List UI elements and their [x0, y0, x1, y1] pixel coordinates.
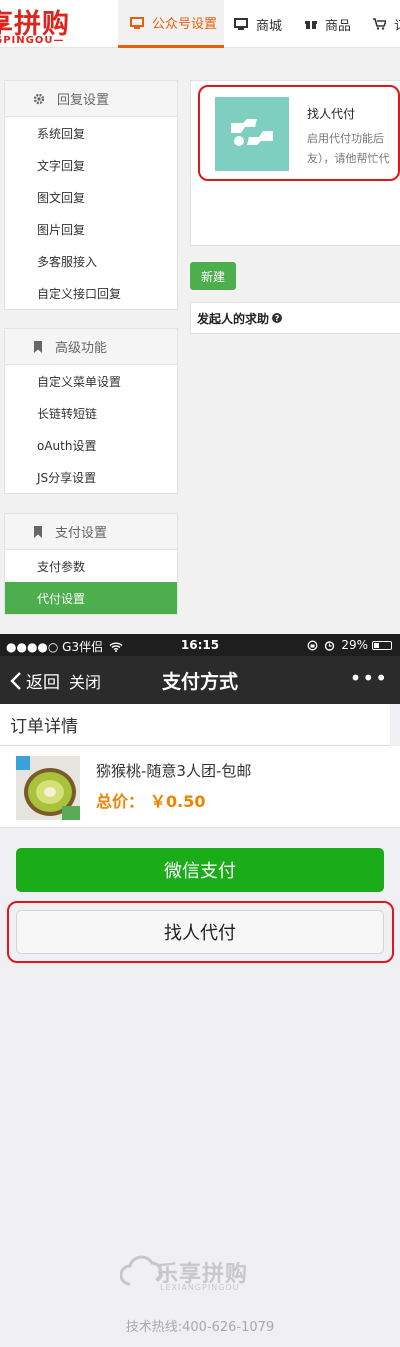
admin-panel: 享拼购 GPINGOU— 公众号设置 商城 商品 订 回复设置 系统回复 文字回…	[0, 0, 400, 634]
alarm-icon	[325, 640, 335, 651]
sidebar-item-custom-menu[interactable]: 自定义菜单设置	[5, 365, 177, 397]
nav-tab-label: 商城	[256, 18, 283, 34]
product-row[interactable]: 猕猴桃-随意3人团-包邮 总价： ￥0.50	[0, 746, 400, 828]
battery-percent: 29%	[341, 638, 368, 652]
sidebar-item-payment-params[interactable]: 支付参数	[5, 550, 177, 582]
product-name: 猕猴桃-随意3人团-包邮	[96, 762, 252, 780]
gear-icon	[33, 93, 45, 104]
nav-tab-goods[interactable]: 商品	[305, 0, 351, 48]
sidebar-item-proxy-pay[interactable]: 代付设置	[5, 582, 177, 614]
sidebar-item-text-reply[interactable]: 文字回复	[5, 149, 177, 181]
sidebar-item-multi-service[interactable]: 多客服接入	[5, 245, 177, 277]
nav-tab-wechat-settings[interactable]: 公众号设置	[118, 0, 224, 48]
support-hotline: 技术热线:400-626-1079	[125, 1320, 275, 1335]
monitor-icon	[130, 16, 144, 29]
wechat-navbar: 返回 关闭 支付方式 •••	[0, 656, 400, 704]
highlight-box	[198, 85, 400, 181]
nav-tab-label: 公众号设置	[152, 17, 218, 32]
sidebar-section-title: 支付设置	[55, 526, 108, 541]
sidebar-advanced: 高级功能 自定义菜单设置 长链转短链 oAuth设置 JS分享设置	[4, 328, 178, 494]
wechat-pay-button[interactable]: 微信支付	[16, 848, 384, 892]
sidebar-item-system-reply[interactable]: 系统回复	[5, 117, 177, 149]
battery-icon	[372, 640, 392, 650]
brand-logo[interactable]: 享拼购 GPINGOU—	[0, 0, 118, 48]
monitor-icon	[234, 18, 248, 30]
cart-icon	[373, 18, 386, 30]
rotation-lock-icon	[307, 640, 318, 650]
initiator-help-label: 发起人的求助	[197, 311, 270, 326]
sidebar-section-title: 回复设置	[57, 93, 110, 108]
sidebar-payment: 支付设置 支付参数 代付设置	[4, 513, 178, 615]
bookmark-icon	[34, 340, 42, 353]
status-bar: ●●●●○ G3伴侣 16:15 29%	[0, 634, 400, 656]
nav-tab-label: 订	[394, 15, 400, 34]
nav-tab-orders[interactable]: 订	[373, 0, 400, 48]
sidebar-item-oauth[interactable]: oAuth设置	[5, 429, 177, 461]
order-details-header: 订单详情	[0, 704, 390, 746]
nav-tab-label: 商品	[325, 18, 352, 34]
price-value: ￥0.50	[150, 792, 206, 811]
sidebar-item-js-share[interactable]: JS分享设置	[5, 461, 177, 493]
product-price: 总价： ￥0.50	[96, 788, 206, 812]
sidebar-section-title: 高级功能	[55, 341, 108, 356]
brand-logo-subtext: GPINGOU—	[0, 35, 65, 46]
gift-icon	[305, 21, 317, 29]
bookmark-icon	[34, 525, 42, 538]
sidebar-section-header[interactable]: 回复设置	[5, 81, 177, 117]
initiator-help-header: 发起人的求助 ?	[190, 302, 400, 334]
new-button[interactable]: 新建	[190, 262, 236, 290]
sidebar-item-news-reply[interactable]: 图文回复	[5, 181, 177, 213]
sidebar-item-custom-interface[interactable]: 自定义接口回复	[5, 277, 177, 309]
footer-logo-subtext: LEXIANGPINGOU	[160, 1283, 240, 1292]
footer-logo: 乐享拼购 LEXIANGPINGOU	[120, 1246, 280, 1298]
page-title: 支付方式	[161, 671, 238, 693]
sidebar-item-image-reply[interactable]: 图片回复	[5, 213, 177, 245]
top-navbar: 享拼购 GPINGOU— 公众号设置 商城 商品 订	[0, 0, 400, 48]
sidebar-reply-settings: 回复设置 系统回复 文字回复 图文回复 图片回复 多客服接入 自定义接口回复	[4, 80, 178, 310]
sidebar-item-short-link[interactable]: 长链转短链	[5, 397, 177, 429]
status-right: 29%	[307, 638, 392, 652]
product-image	[16, 756, 80, 820]
more-menu-button[interactable]: •••	[350, 666, 388, 690]
sidebar-section-header[interactable]: 支付设置	[5, 514, 177, 550]
nav-tab-mall[interactable]: 商城	[234, 0, 282, 48]
price-label: 总价：	[96, 792, 145, 811]
mobile-screen: ●●●●○ G3伴侣 16:15 29% 返回 关闭 支付方式 ••• 订单详情	[0, 634, 400, 1347]
highlight-box	[7, 901, 394, 963]
sidebar-section-header[interactable]: 高级功能	[5, 329, 177, 365]
question-icon[interactable]: ?	[272, 313, 283, 323]
